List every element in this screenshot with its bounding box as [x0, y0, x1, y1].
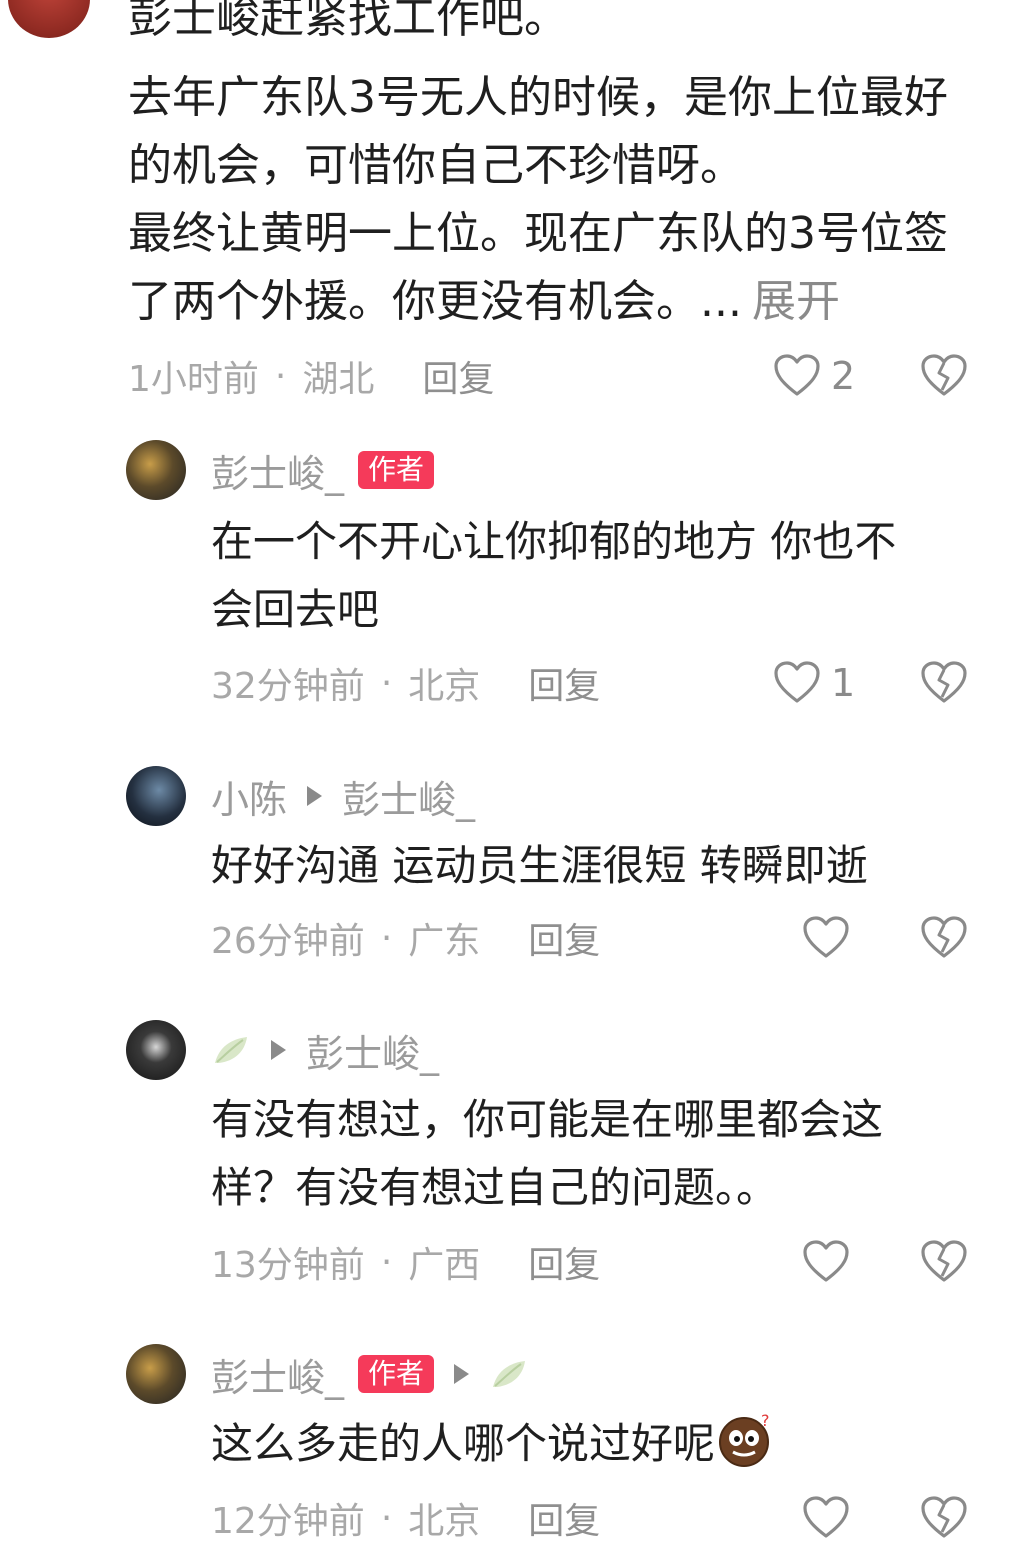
- reply-line: 有没有想过，你可能是在哪里都会这: [211, 1095, 884, 1144]
- username[interactable]: 小陈: [211, 769, 287, 824]
- like-count: 2: [831, 354, 856, 398]
- reply-meta: 12分钟前 · 北京 回复: [211, 1488, 600, 1548]
- author-badge: 作者: [358, 1355, 435, 1393]
- heart-icon: [803, 1240, 849, 1282]
- reply-location: 广西: [408, 1245, 481, 1286]
- reply-to-username[interactable]: 彭士峻_: [342, 769, 475, 824]
- reply-line: 好好沟通 运动员生涯很短 转瞬即逝: [211, 841, 868, 890]
- comment-meta: 1小时前 · 湖北 回复: [128, 346, 494, 406]
- comment-line: 去年广东队3号无人的时候，是你上位最好: [128, 72, 948, 123]
- avatar[interactable]: [126, 766, 186, 826]
- author-badge: 作者: [358, 451, 435, 489]
- reply-arrow-icon: [307, 786, 323, 806]
- dislike-button[interactable]: [920, 346, 968, 406]
- comment-text-cut: 彭士峻赶紧找工作吧。: [128, 0, 568, 43]
- heart-icon: [774, 661, 820, 703]
- meta-separator: ·: [380, 917, 393, 959]
- avatar[interactable]: [8, 0, 90, 38]
- reply-text: 这么多走的人哪个说过好呢?: [211, 1410, 971, 1478]
- broken-heart-icon: [921, 1496, 967, 1538]
- avatar[interactable]: [126, 1020, 186, 1080]
- author-row: 彭士峻_ 作者: [211, 1344, 529, 1404]
- heart-icon: [803, 916, 849, 958]
- like-button[interactable]: [802, 908, 850, 968]
- reply-button[interactable]: 回复: [528, 1492, 600, 1544]
- reply-meta: 32分钟前 · 北京 回复: [211, 653, 600, 713]
- reply-time: 32分钟前: [211, 666, 365, 707]
- username[interactable]: 彭士峻_: [211, 1347, 344, 1402]
- author-row: 彭士峻_ 作者: [211, 440, 435, 500]
- comment-location: 湖北: [302, 359, 375, 400]
- heart-icon: [774, 354, 820, 396]
- comment-time: 1小时前: [128, 359, 259, 400]
- reply-item: 小陈 彭士峻_ 好好沟通 运动员生涯很短 转瞬即逝: [126, 766, 986, 926]
- leaf-icon: [493, 1361, 526, 1387]
- reply-button[interactable]: 回复: [528, 657, 600, 709]
- reply-arrow-icon: [454, 1364, 470, 1384]
- username[interactable]: 彭士峻_: [211, 443, 344, 498]
- reply-line: 会回去吧: [211, 585, 380, 634]
- like-button[interactable]: [802, 1232, 850, 1292]
- avatar[interactable]: [126, 1344, 186, 1404]
- thinking-face-emoji-icon: ?: [719, 1412, 770, 1467]
- reply-meta: 26分钟前 · 广东 回复: [211, 908, 600, 968]
- reply-item: 彭士峻_ 有没有想过，你可能是在哪里都会这 样？有没有想过自己的问题。。: [126, 1020, 986, 1240]
- dislike-button[interactable]: [920, 1488, 968, 1548]
- like-button[interactable]: [802, 1488, 850, 1548]
- reply-time: 26分钟前: [211, 921, 365, 962]
- like-count: 1: [831, 661, 856, 705]
- dislike-button[interactable]: [920, 653, 968, 713]
- svg-text:?: ?: [761, 1412, 770, 1430]
- reply-text: 好好沟通 运动员生涯很短 转瞬即逝: [211, 832, 971, 900]
- meta-separator: ·: [274, 355, 287, 397]
- author-row: 小陈 彭士峻_: [211, 766, 475, 826]
- reply-time: 13分钟前: [211, 1245, 365, 1286]
- reply-button[interactable]: 回复: [528, 912, 600, 964]
- reply-time: 12分钟前: [211, 1501, 365, 1542]
- reply-text: 有没有想过，你可能是在哪里都会这 样？有没有想过自己的问题。。: [211, 1086, 971, 1222]
- heart-icon: [803, 1496, 849, 1538]
- reply-arrow-icon: [271, 1040, 286, 1060]
- reply-line: 样？有没有想过自己的问题。。: [211, 1163, 779, 1212]
- comment-line-text: 了两个外援。你更没有机会。...: [128, 276, 742, 327]
- dislike-button[interactable]: [920, 1232, 968, 1292]
- meta-separator: ·: [380, 1241, 393, 1283]
- reply-location: 北京: [408, 666, 481, 707]
- reply-to-username[interactable]: 彭士峻_: [306, 1023, 439, 1078]
- comment-text: 去年广东队3号无人的时候，是你上位最好 的机会，可惜你自己不珍惜呀。 最终让黄明…: [128, 64, 978, 336]
- reply-location: 广东: [408, 921, 481, 962]
- reply-line-text: 这么多走的人哪个说过好呢: [211, 1419, 716, 1468]
- reply-item: 彭士峻_ 作者 这么多走的人哪个说过好呢?: [126, 1344, 986, 1494]
- reply-meta: 13分钟前 · 广西 回复: [211, 1232, 600, 1292]
- leaf-icon: [215, 1037, 247, 1063]
- reply-button[interactable]: 回复: [528, 1236, 600, 1288]
- like-button[interactable]: 2: [773, 346, 855, 406]
- comment-line: 的机会，可惜你自己不珍惜呀。: [128, 140, 744, 191]
- reply-text: 在一个不开心让你抑郁的地方 你也不 会回去吧: [211, 508, 971, 644]
- reply-button[interactable]: 回复: [422, 350, 494, 402]
- broken-heart-icon: [921, 916, 967, 958]
- broken-heart-icon: [921, 661, 967, 703]
- avatar[interactable]: [126, 440, 186, 500]
- author-row: 彭士峻_: [211, 1020, 439, 1080]
- reply-line: 这么多走的人哪个说过好呢?: [211, 1410, 971, 1478]
- broken-heart-icon: [921, 354, 967, 396]
- expand-link[interactable]: 展开: [752, 276, 840, 327]
- comment-line: 最终让黄明一上位。现在广东队的3号位签: [128, 208, 948, 259]
- reply-line: 在一个不开心让你抑郁的地方 你也不: [211, 517, 897, 566]
- broken-heart-icon: [921, 1240, 967, 1282]
- meta-separator: ·: [380, 1497, 393, 1539]
- dislike-button[interactable]: [920, 908, 968, 968]
- reply-location: 北京: [408, 1501, 481, 1542]
- comment-line: 了两个外援。你更没有机会。... 展开: [128, 268, 978, 336]
- like-button[interactable]: 1: [773, 653, 855, 713]
- meta-separator: ·: [380, 662, 393, 704]
